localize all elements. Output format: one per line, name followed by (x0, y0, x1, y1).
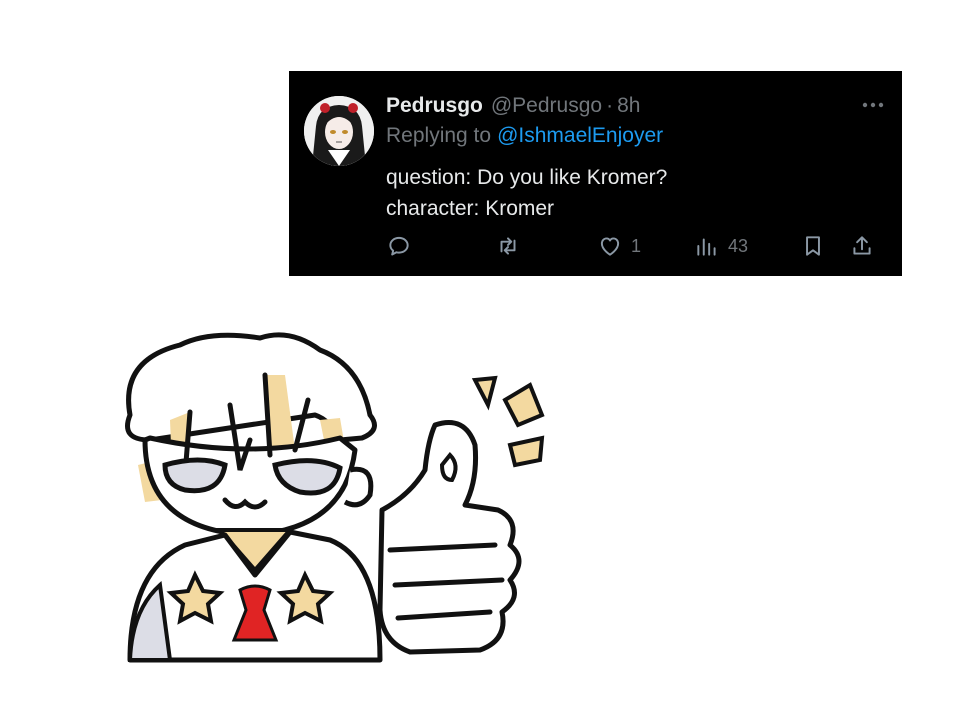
action-bar: 1 43 (386, 231, 886, 261)
tweet-card[interactable]: Pedrusgo @Pedrusgo · 8h Replying to @Ishm… (289, 71, 902, 276)
more-icon[interactable] (860, 95, 886, 115)
sparkle-mark-1 (471, 375, 498, 411)
heart-icon (600, 237, 620, 256)
replying-to-mention[interactable]: @IshmaelEnjoyer (497, 124, 663, 147)
tweet-body: question: Do you like Kromer? character:… (386, 162, 667, 224)
sparkle-mark-3 (507, 435, 545, 468)
bookmark-button[interactable] (800, 231, 826, 261)
retweet-icon (500, 237, 516, 255)
replying-to-line: Replying to @IshmaelEnjoyer (386, 122, 663, 150)
avatar-image (304, 96, 374, 166)
reply-button[interactable] (386, 231, 420, 261)
display-name[interactable]: Pedrusgo (386, 92, 483, 120)
bookmark-icon (806, 236, 820, 256)
views-icon (697, 238, 716, 256)
left-eye (162, 457, 228, 494)
character-thumbs-up-drawing (125, 332, 545, 663)
views-count: 43 (728, 235, 749, 256)
like-count: 1 (631, 235, 642, 256)
tweet-header: Pedrusgo @Pedrusgo · 8h (386, 92, 640, 120)
avatar[interactable] (304, 96, 374, 166)
share-button[interactable] (849, 231, 875, 261)
retweet-button[interactable] (495, 231, 529, 261)
image-canvas: Pedrusgo @Pedrusgo · 8h Replying to @Ishm… (0, 0, 960, 720)
user-handle[interactable]: @Pedrusgo (491, 92, 602, 120)
replying-prefix: Replying to (386, 124, 492, 147)
timestamp[interactable]: 8h (617, 92, 640, 120)
tweet-line-question: question: Do you like Kromer? (386, 166, 668, 189)
views-button[interactable]: 43 (694, 231, 748, 261)
reply-icon (389, 236, 409, 256)
separator-dot: · (606, 94, 614, 117)
share-icon (853, 236, 871, 255)
like-button[interactable]: 1 (597, 231, 641, 261)
sparkle-mark-2 (502, 382, 545, 428)
tweet-line-character: character: Kromer (386, 197, 555, 220)
